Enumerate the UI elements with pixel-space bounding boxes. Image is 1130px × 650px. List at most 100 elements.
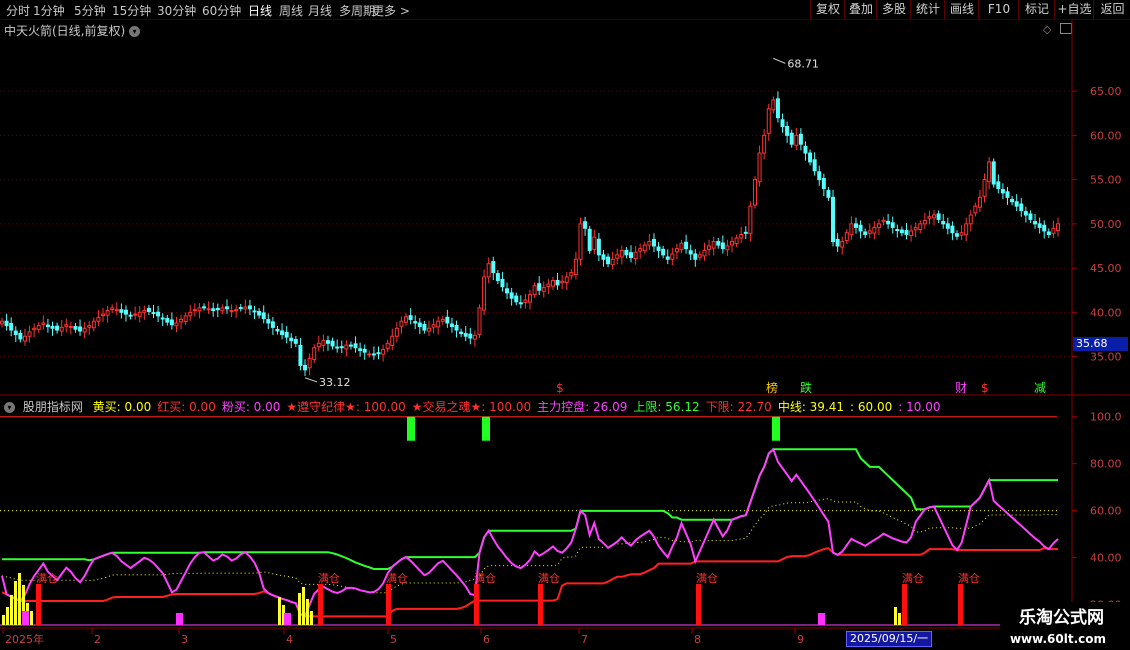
candle-body	[973, 205, 978, 214]
candle-body	[766, 108, 771, 134]
candle-body	[555, 279, 560, 286]
candle-body	[550, 279, 555, 287]
candle-body	[624, 249, 629, 256]
low-label: 33.12	[319, 376, 351, 389]
candle-body	[688, 250, 693, 255]
candle-body	[702, 249, 707, 257]
price-axis: 65.00 60.00 55.00 50.00 45.00 40.00 35.00	[1072, 85, 1122, 364]
indicator-field-5: 主力控盘: 26.09	[537, 400, 628, 414]
indicator-field-3: ★遵守纪律★: 100.00	[286, 400, 406, 414]
candle-body	[711, 241, 716, 249]
signal-block-s2	[482, 416, 490, 441]
candle-body	[1046, 231, 1051, 235]
candle-body	[679, 242, 684, 251]
watermark-url: www.60lt.com	[1009, 632, 1106, 646]
candle-body	[844, 232, 849, 241]
candle-body	[615, 254, 620, 259]
candle-body	[959, 232, 964, 236]
indicator-menu-icon[interactable]: ▾	[4, 402, 15, 413]
indicator-field-4: ★交易之魂★: 100.00	[411, 400, 532, 414]
candle-body	[381, 349, 386, 355]
price-label-5: 40.00	[1090, 306, 1122, 319]
event-marker-1: 榜	[766, 380, 778, 395]
candle-body	[298, 344, 303, 366]
candle-body	[808, 152, 813, 163]
yellow-bar-2	[10, 595, 13, 625]
cursor-date-label: 2025/09/15/一	[846, 631, 933, 647]
candle-body	[1028, 213, 1033, 220]
candle-body	[1014, 201, 1019, 207]
signal-block-s1	[407, 416, 415, 441]
kline-chart[interactable]: 68.71 33.12 $ 榜 跌 财 $ 减 65.00 60.00 55.00 50.00 45.…	[0, 0, 1130, 650]
candle-body	[247, 305, 252, 310]
yellow-bar-3	[14, 581, 17, 625]
candle-body	[27, 331, 32, 337]
candle-body	[798, 133, 803, 145]
candle-body	[224, 306, 229, 310]
candle-body	[68, 326, 73, 329]
full-bar-4	[538, 584, 543, 625]
candle-body	[789, 132, 794, 145]
candle-body	[188, 311, 193, 317]
candle-body	[867, 230, 872, 234]
candle-body	[899, 229, 904, 234]
candle-body	[321, 340, 326, 346]
candle-body	[463, 333, 468, 337]
candle-body	[78, 326, 83, 332]
candle-body	[307, 357, 312, 369]
candle-body	[41, 322, 46, 326]
candle-body	[459, 331, 464, 335]
candle-body	[876, 223, 881, 228]
candle-body	[638, 248, 643, 252]
full-bar-1	[318, 584, 323, 625]
candle-body	[257, 310, 262, 316]
yellow-bar-11	[302, 587, 305, 625]
event-marker-3: 财	[955, 381, 967, 395]
candle-body	[211, 308, 216, 312]
yellow-bar-12	[306, 599, 309, 625]
candle-body	[629, 252, 634, 258]
candle-body	[197, 307, 202, 312]
candle-body	[968, 214, 973, 225]
candle-body	[0, 320, 4, 325]
candle-body	[91, 320, 96, 329]
candle-body	[390, 335, 395, 346]
time-axis: 2025年 2 3 4 5 6 7 8 9	[2, 628, 804, 646]
candle-body	[720, 242, 725, 250]
candle-body	[560, 280, 565, 284]
time-label-6: 7	[581, 633, 588, 646]
candle-body	[596, 238, 601, 256]
candle-body	[59, 326, 64, 332]
candle-body	[160, 317, 165, 320]
candle-body	[647, 241, 652, 246]
candle-body	[771, 99, 776, 111]
indicator-field-8: 中线: 39.41	[777, 400, 845, 414]
candle-body	[895, 229, 900, 232]
candle-body	[215, 307, 220, 311]
indicator-field-2: 粉买: 0.00	[221, 400, 281, 414]
candle-body	[651, 238, 656, 247]
candle-body	[417, 322, 422, 328]
candle-body	[775, 98, 780, 119]
candle-body	[440, 318, 445, 322]
candle-body	[922, 219, 927, 225]
candle-body	[1023, 211, 1028, 216]
candle-body	[532, 285, 537, 296]
control-line	[1, 447, 1059, 618]
candle-body	[96, 317, 101, 322]
time-label-4: 5	[390, 633, 397, 646]
indicator-name: 股朋指标网	[22, 400, 83, 414]
candle-body	[358, 348, 363, 351]
candle-body	[977, 196, 982, 208]
candle-body	[284, 331, 289, 338]
ind-label-3: 40.00	[1090, 552, 1122, 565]
full-label-6: 满仓	[902, 571, 924, 585]
candle-body	[45, 324, 50, 328]
indicator-values: 黄买: 0.00 红买: 0.00 粉买: 0.00 ★遵守纪律★: 100.00 ★交…	[93, 400, 947, 414]
candle-body	[114, 309, 119, 312]
candle-body	[64, 324, 69, 327]
candle-body	[87, 325, 92, 328]
candle-body	[192, 309, 197, 312]
candle-body	[835, 238, 840, 247]
signal-block-s3	[772, 416, 780, 441]
